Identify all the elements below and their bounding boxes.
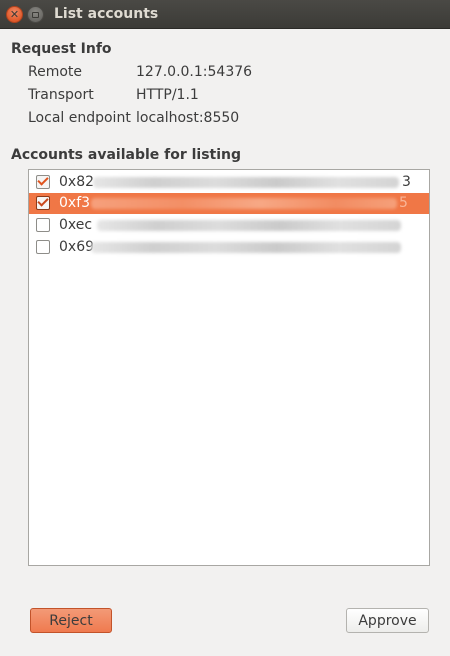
accounts-list[interactable]: 0x82 3 0xf3 5 0xec 0x69 <box>28 169 430 566</box>
account-checkbox-1[interactable] <box>36 174 50 189</box>
accounts-heading: Accounts available for listing <box>11 147 242 163</box>
redacted-address-blur <box>91 198 397 209</box>
local-endpoint-value: localhost:8550 <box>136 110 240 126</box>
account-address-prefix-1: 0x82 <box>59 174 95 190</box>
title-bar: ✕ List accounts <box>0 0 450 29</box>
approve-button[interactable]: Approve <box>346 608 429 633</box>
minimize-window-button[interactable] <box>27 6 44 23</box>
reject-button[interactable]: Reject <box>30 608 112 633</box>
account-checkbox-4[interactable] <box>36 240 50 254</box>
list-accounts-dialog: ✕ List accounts Request Info Remote 127.… <box>0 0 450 656</box>
close-icon: ✕ <box>9 8 20 21</box>
transport-value: HTTP/1.1 <box>136 87 199 103</box>
account-row-4[interactable]: 0x69 <box>29 237 429 258</box>
account-address-prefix-2: 0xf3 <box>59 195 91 211</box>
transport-label: Transport <box>28 87 94 103</box>
account-checkbox-3[interactable] <box>36 218 50 232</box>
account-checkbox-2[interactable] <box>36 195 50 210</box>
redacted-address-blur <box>93 177 399 188</box>
check-icon <box>37 195 49 207</box>
account-address-prefix-3: 0xec <box>59 217 93 233</box>
check-icon <box>37 174 49 186</box>
account-address-prefix-4: 0x69 <box>59 239 95 255</box>
redacted-address-blur <box>97 220 401 231</box>
window-title: List accounts <box>54 6 159 22</box>
account-row-1[interactable]: 0x82 3 <box>29 172 429 193</box>
account-row-3[interactable]: 0xec <box>29 215 429 236</box>
minimize-icon <box>32 11 39 18</box>
close-window-button[interactable]: ✕ <box>6 6 23 23</box>
account-address-suffix-2: 5 <box>399 195 408 211</box>
remote-value: 127.0.0.1:54376 <box>136 64 253 80</box>
local-endpoint-label: Local endpoint <box>28 110 131 126</box>
request-info-heading: Request Info <box>11 41 112 57</box>
account-row-2[interactable]: 0xf3 5 <box>29 193 429 214</box>
redacted-address-blur <box>91 242 401 253</box>
account-address-suffix-1: 3 <box>402 174 411 190</box>
remote-label: Remote <box>28 64 83 80</box>
